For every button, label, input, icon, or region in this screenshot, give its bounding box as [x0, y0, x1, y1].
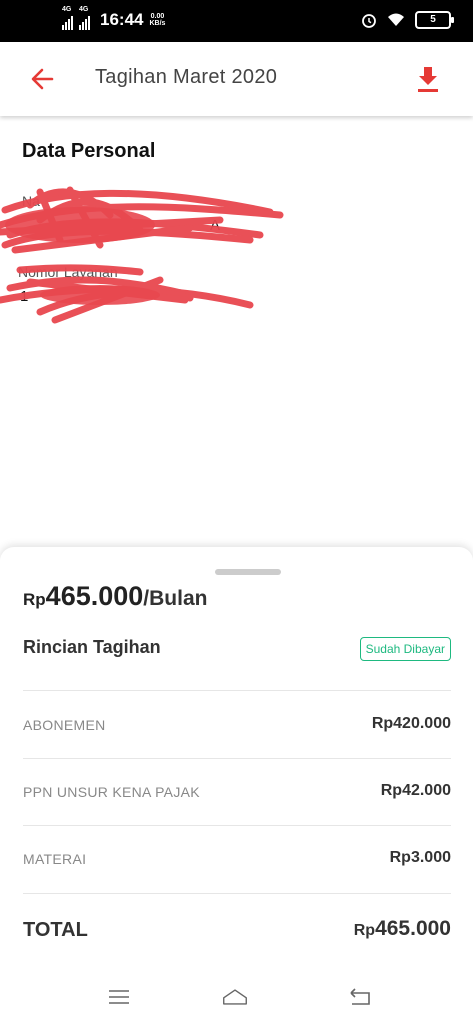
- total-currency: Rp: [353, 922, 376, 939]
- divider: [23, 825, 451, 826]
- clock: 16:44: [100, 10, 144, 29]
- item-label-abonemen: ABONEMEN: [23, 717, 106, 733]
- item-value-abonemen: Rp420.000: [371, 715, 451, 732]
- monthly-price: Rp465.000/Bulan: [23, 581, 207, 612]
- network-type-1: 4G: [62, 6, 72, 13]
- battery-icon: 5: [415, 11, 454, 29]
- speed-unit: KB/s: [149, 20, 166, 27]
- signal-icon-1: 4G: [62, 6, 73, 30]
- item-value-ppn: Rp42.000: [380, 782, 451, 799]
- total-value: Rp465.000: [354, 917, 451, 941]
- section-title: Data Personal: [22, 140, 156, 162]
- wifi-icon: [388, 13, 404, 26]
- network-speed: 0.00 KB/s: [149, 13, 165, 27]
- total-label: TOTAL: [23, 919, 88, 941]
- bill-sheet: Rp465.000/Bulan Rincian Tagihan Sudah Di…: [0, 547, 473, 972]
- price-period: /Bulan: [143, 587, 208, 610]
- speed-value: 0.00: [150, 13, 165, 20]
- item-label-ppn: PPN UNSUR KENA PAJAK: [23, 784, 200, 800]
- divider: [23, 690, 451, 691]
- signal-icon-2: 4G: [79, 6, 90, 30]
- divider: [23, 758, 451, 759]
- system-nav-bar: [0, 972, 473, 1024]
- status-badge: Sudah Dibayar: [359, 637, 451, 661]
- divider: [23, 893, 451, 894]
- arrow-left-icon[interactable]: [28, 64, 58, 94]
- details-title: Rincian Tagihan: [23, 637, 161, 657]
- price-currency: Rp: [23, 590, 46, 609]
- redaction-scribble: [0, 186, 284, 324]
- personal-data-section: Data Personal: [22, 140, 155, 163]
- home-icon[interactable]: [222, 986, 248, 1008]
- network-type-2: 4G: [79, 6, 89, 13]
- back-icon[interactable]: [347, 986, 373, 1008]
- item-value-materai: Rp3.000: [389, 849, 451, 866]
- price-amount: 465.000: [45, 581, 144, 611]
- item-label-materai: MATERAI: [23, 851, 87, 867]
- battery-level: 5: [430, 14, 436, 25]
- app-bar: Tagihan Maret 2020: [0, 42, 473, 116]
- page-title: Tagihan Maret 2020: [95, 66, 278, 88]
- status-bar: 4G 4G 16:44 0.00 KB/s 5: [0, 0, 473, 42]
- alarm-icon: [362, 14, 376, 28]
- download-icon[interactable]: [415, 64, 441, 94]
- menu-icon[interactable]: [106, 986, 132, 1008]
- total-amount: 465.000: [375, 917, 451, 940]
- drag-handle[interactable]: [215, 569, 281, 575]
